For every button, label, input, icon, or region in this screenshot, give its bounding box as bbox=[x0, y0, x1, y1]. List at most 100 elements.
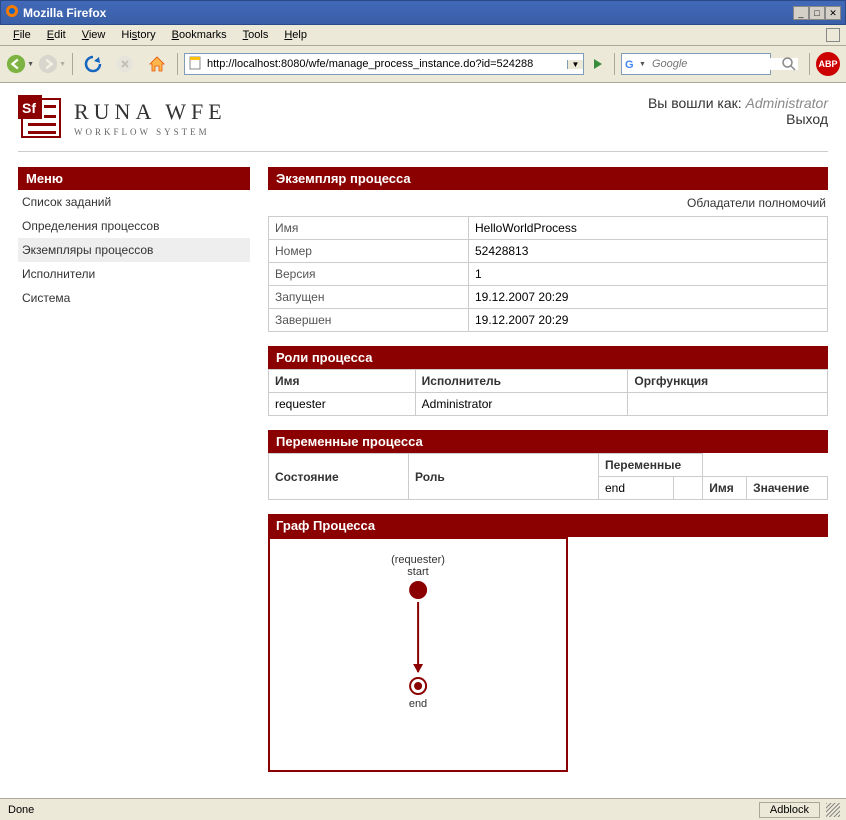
vars-header-value: Значение bbox=[747, 477, 828, 500]
vars-section: Переменные процесса Состояние Роль Перем… bbox=[268, 430, 828, 500]
menu-view[interactable]: View bbox=[75, 27, 113, 43]
instance-title: Экземпляр процесса bbox=[268, 167, 828, 190]
sidebar-item-system[interactable]: Система bbox=[18, 286, 250, 310]
chevron-down-icon: ▼ bbox=[59, 61, 66, 68]
menubar: File Edit View History Bookmarks Tools H… bbox=[0, 25, 846, 46]
roles-header-executor: Исполнитель bbox=[415, 370, 628, 393]
roles-header-name: Имя bbox=[269, 370, 416, 393]
end-node-icon bbox=[409, 677, 427, 695]
instance-section: Экземпляр процесса Обладатели полномочий… bbox=[268, 167, 828, 332]
sidebar-item-instances[interactable]: Экземпляры процессов bbox=[18, 238, 250, 262]
roles-table: Имя Исполнитель Оргфункция requester Adm… bbox=[268, 369, 828, 416]
back-button[interactable]: ▼ bbox=[6, 50, 34, 78]
search-box[interactable]: G ▼ bbox=[621, 53, 771, 75]
instance-ended: 19.12.2007 20:29 bbox=[469, 309, 828, 332]
instance-version-label: Версия bbox=[269, 263, 469, 286]
instance-started-label: Запущен bbox=[269, 286, 469, 309]
reload-button[interactable] bbox=[79, 50, 107, 78]
chevron-down-icon: ▼ bbox=[27, 61, 34, 68]
roles-header-orgfunc: Оргфункция bbox=[628, 370, 828, 393]
status-text: Done bbox=[6, 802, 36, 818]
sidebar-item-tasks[interactable]: Список заданий bbox=[18, 190, 250, 214]
adblock-plus-icon[interactable]: ABP bbox=[816, 52, 840, 76]
close-button[interactable]: ✕ bbox=[825, 6, 841, 20]
toolbar: ▼ ▼ ▼ G ▼ ABP bbox=[0, 46, 846, 83]
menu-file[interactable]: File bbox=[6, 27, 38, 43]
vars-state: end bbox=[599, 477, 674, 500]
page-content: Sf RUNA WFE WORKFLOW SYSTEM Вы вошли как… bbox=[0, 83, 846, 798]
sidebar-item-definitions[interactable]: Определения процессов bbox=[18, 214, 250, 238]
toolbar-separator bbox=[809, 53, 810, 75]
instance-id-label: Номер bbox=[269, 240, 469, 263]
sidebar-menu: Список заданий Определения процессов Экз… bbox=[18, 190, 250, 310]
instance-id: 52428813 bbox=[469, 240, 828, 263]
chevron-down-icon[interactable]: ▼ bbox=[639, 61, 646, 68]
logo-subtitle: WORKFLOW SYSTEM bbox=[74, 127, 227, 137]
role-orgfunc bbox=[628, 393, 828, 416]
logo-title: RUNA WFE bbox=[74, 99, 227, 125]
vars-header-varname: Имя bbox=[703, 477, 747, 500]
vars-header-state: Состояние bbox=[269, 454, 409, 500]
instance-name: HelloWorldProcess bbox=[469, 217, 828, 240]
main-content: Экземпляр процесса Обладатели полномочий… bbox=[268, 167, 828, 786]
url-dropdown[interactable]: ▼ bbox=[567, 60, 583, 69]
instance-name-label: Имя bbox=[269, 217, 469, 240]
logo-icon: Sf bbox=[18, 95, 64, 141]
toolbar-separator bbox=[614, 53, 615, 75]
permissions-link[interactable]: Обладатели полномочий bbox=[268, 190, 828, 216]
instance-ended-label: Завершен bbox=[269, 309, 469, 332]
menu-bookmarks[interactable]: Bookmarks bbox=[165, 27, 234, 43]
google-icon: G ▼ bbox=[622, 58, 649, 71]
search-button[interactable] bbox=[775, 50, 803, 78]
menubar-restore-icon[interactable] bbox=[826, 28, 840, 42]
vars-table: Состояние Роль Переменные end Имя Значен… bbox=[268, 453, 828, 500]
minimize-button[interactable]: _ bbox=[793, 6, 809, 20]
page-icon bbox=[185, 56, 205, 73]
end-label: end bbox=[391, 698, 445, 710]
start-label: start bbox=[391, 566, 445, 578]
instance-version: 1 bbox=[469, 263, 828, 286]
maximize-button[interactable]: □ bbox=[809, 6, 825, 20]
forward-button[interactable]: ▼ bbox=[38, 50, 66, 78]
vars-role bbox=[673, 477, 702, 500]
sidebar-item-executors[interactable]: Исполнители bbox=[18, 262, 250, 286]
roles-title: Роли процесса bbox=[268, 346, 828, 369]
toolbar-separator bbox=[177, 53, 178, 75]
vars-title: Переменные процесса bbox=[268, 430, 828, 453]
role-name: requester bbox=[269, 393, 416, 416]
stop-button[interactable] bbox=[111, 50, 139, 78]
logout-link[interactable]: Выход bbox=[648, 111, 828, 127]
window-title: Mozilla Firefox bbox=[23, 6, 106, 20]
adblock-button[interactable]: Adblock bbox=[759, 802, 820, 818]
graph-title: Граф Процесса bbox=[268, 514, 828, 537]
home-button[interactable] bbox=[143, 50, 171, 78]
roles-section: Роли процесса Имя Исполнитель Оргфункция… bbox=[268, 346, 828, 416]
url-input[interactable] bbox=[205, 58, 567, 70]
menu-help[interactable]: Help bbox=[277, 27, 314, 43]
vars-header-vars: Переменные bbox=[599, 454, 703, 477]
svg-text:Sf: Sf bbox=[22, 100, 36, 116]
logo: Sf RUNA WFE WORKFLOW SYSTEM bbox=[18, 95, 227, 141]
vars-header-role: Роль bbox=[409, 454, 599, 500]
menu-history[interactable]: History bbox=[114, 27, 162, 43]
window-titlebar: Mozilla Firefox _ □ ✕ bbox=[0, 0, 846, 25]
table-row: requester Administrator bbox=[269, 393, 828, 416]
logged-in-as: Вы вошли как: Administrator bbox=[648, 95, 828, 111]
start-node-icon bbox=[409, 581, 427, 599]
sidebar-title: Меню bbox=[18, 167, 250, 190]
graph-section: Граф Процесса (requester) start end bbox=[268, 514, 828, 772]
instance-table: ИмяHelloWorldProcess Номер52428813 Верси… bbox=[268, 216, 828, 332]
process-graph: (requester) start end bbox=[268, 537, 568, 772]
page-header: Sf RUNA WFE WORKFLOW SYSTEM Вы вошли как… bbox=[18, 95, 828, 152]
statusbar: Done Adblock bbox=[0, 798, 846, 820]
start-role-label: (requester) bbox=[391, 554, 445, 566]
menu-tools[interactable]: Tools bbox=[236, 27, 276, 43]
url-bar[interactable]: ▼ bbox=[184, 53, 584, 75]
go-button[interactable] bbox=[588, 53, 608, 75]
instance-started: 19.12.2007 20:29 bbox=[469, 286, 828, 309]
role-executor: Administrator bbox=[415, 393, 628, 416]
menu-edit[interactable]: Edit bbox=[40, 27, 73, 43]
arrow-icon bbox=[417, 602, 419, 672]
svg-text:G: G bbox=[625, 59, 634, 71]
toolbar-separator bbox=[72, 53, 73, 75]
